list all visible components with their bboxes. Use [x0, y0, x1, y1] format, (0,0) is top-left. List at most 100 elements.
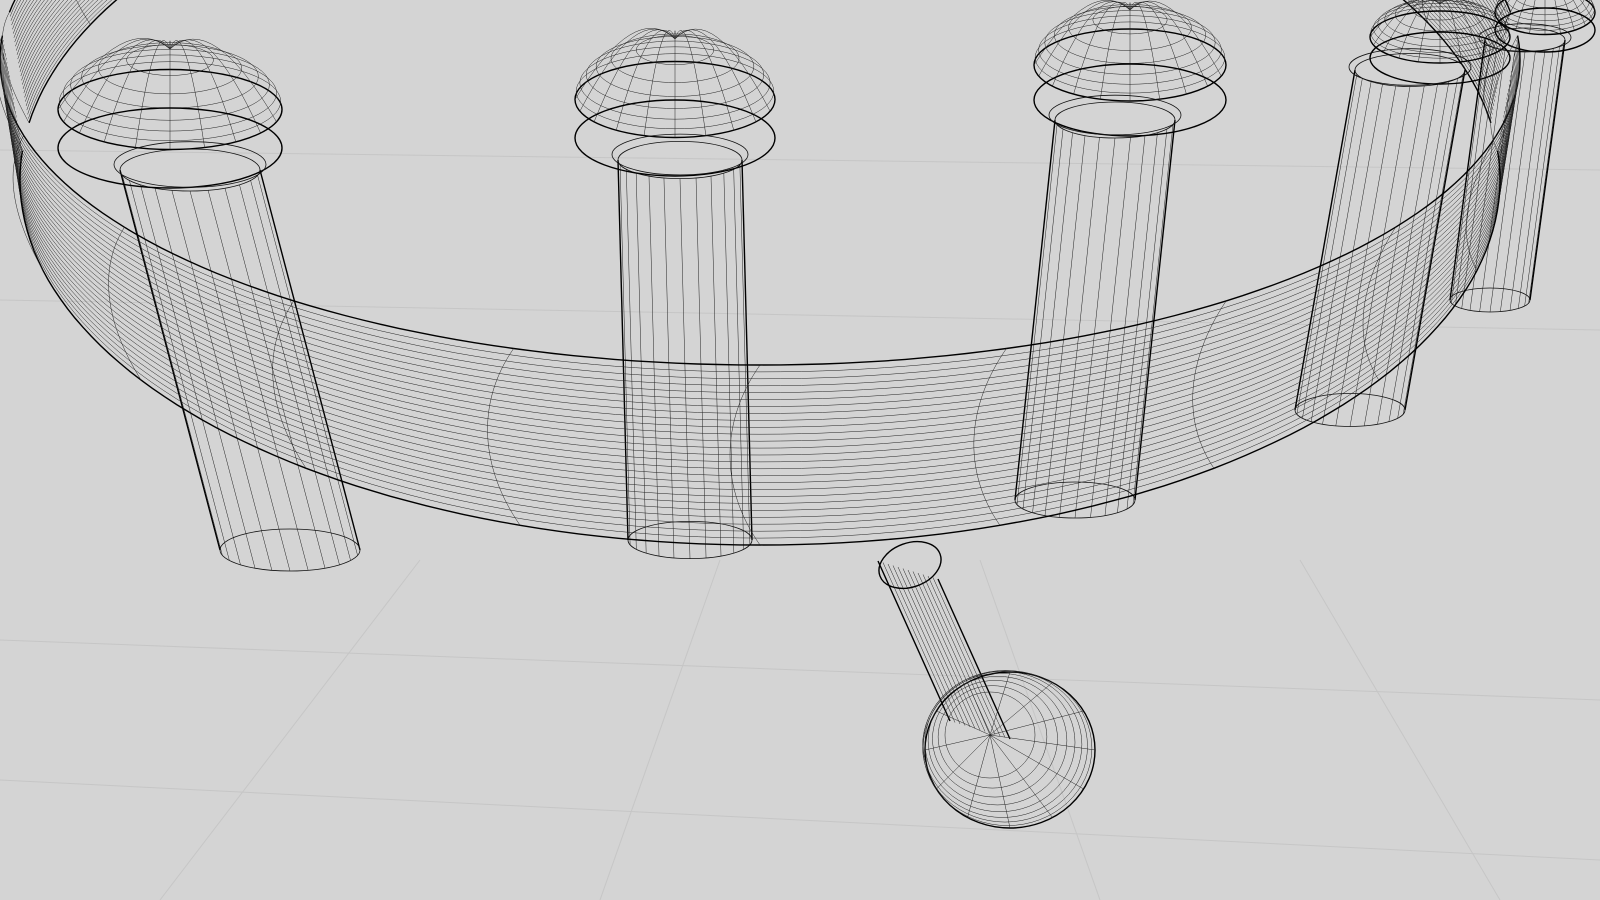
- ring-back-loop-20: [24, 0, 1496, 98]
- grid-line-4: [979, 559, 1101, 900]
- pin-loose-head-ring-4: [924, 673, 1076, 812]
- pin-loose-shaft-end: [878, 540, 942, 590]
- ground-grid: [0, 149, 1600, 900]
- pin-2-shaft-line-2: [626, 169, 637, 550]
- pin-1[interactable]: [57, 38, 361, 572]
- pin-loose[interactable]: [872, 533, 1096, 829]
- ring-front-loop-22: [16, 133, 1504, 518]
- pin-loose-head-ring-6: [932, 680, 1058, 798]
- ring-back-loop-8: [15, 0, 1505, 47]
- pin-4-collar: [1348, 48, 1472, 86]
- pin-4-shaft-line-5: [1335, 85, 1397, 426]
- pin-5[interactable]: [1449, 0, 1596, 313]
- pin-loose-head-spoke-1: [989, 734, 1084, 790]
- ring-front-loop-21: [15, 128, 1505, 511]
- pin-1-shaft-top: [119, 148, 261, 192]
- ring-front-loop-13: [9, 93, 1511, 456]
- pin-2[interactable]: [574, 28, 776, 560]
- pin-1-shaft-line-7: [207, 190, 309, 571]
- pin-loose-shaft-line-3: [892, 565, 966, 726]
- ring-back-loop-0: [8, 0, 1512, 13]
- grid-line-1: [0, 779, 1600, 861]
- ring-back-loop-2: [10, 0, 1510, 21]
- pin-3-shaft-line-3: [1032, 132, 1073, 513]
- pin-2-shaft-line-4: [648, 176, 660, 557]
- pin-3-shaft-line-4: [1044, 135, 1086, 516]
- pins-in-front[interactable]: [872, 533, 1096, 829]
- wireframe-scene[interactable]: [0, 0, 1600, 900]
- pin-2-cap-meridian-6: [674, 30, 707, 136]
- pin-loose-head-spoke-4: [967, 734, 991, 818]
- 3d-viewport[interactable]: [0, 0, 1600, 900]
- pin-2-cap-meridian-4: [643, 30, 676, 136]
- pin-loose-head-spoke-6: [924, 734, 991, 751]
- ring-back-loop-5: [12, 0, 1508, 34]
- ring-front-loop-17: [12, 110, 1508, 483]
- ring-back-loop-24: [27, 0, 1493, 115]
- pin-3-shaft-line-5: [1059, 137, 1100, 518]
- pin-loose-head-spoke-3: [989, 734, 1011, 829]
- pin-1-shaft-line-3: [140, 184, 241, 565]
- pin-loose-head-spoke-9: [989, 671, 1011, 736]
- pin-4-shaft-line-10: [1397, 78, 1458, 419]
- grid-line-6: [0, 299, 1600, 331]
- pin-loose-shaft-line-7: [912, 571, 986, 732]
- ring-front-loop-19: [14, 119, 1506, 497]
- pin-2-cap-meridian-7: [674, 29, 735, 131]
- ring-back-loop-18: [22, 0, 1498, 89]
- grid-line-7: [0, 149, 1600, 171]
- ring-back-loop-4: [12, 0, 1508, 30]
- pin-1-cap-meridian-4: [135, 40, 171, 148]
- pin-3[interactable]: [1014, 0, 1227, 519]
- pin-5-shaft-line-10: [1524, 45, 1560, 307]
- ring-back-loop-23: [26, 0, 1494, 111]
- ring-back-loop-13: [18, 0, 1502, 68]
- pin-3-shaft-line-0: [1014, 119, 1056, 501]
- ring-back-loop-25: [28, 0, 1492, 119]
- pin-2-shaft-line-11: [739, 164, 751, 545]
- pin-3-shaft-line-6: [1074, 137, 1116, 519]
- ring-torus-front[interactable]: [0, 35, 1521, 546]
- ring-back-loop-6: [13, 0, 1507, 38]
- pin-5-shaft-line-12: [1529, 39, 1566, 301]
- ring-front-loop-23: [17, 137, 1503, 525]
- ring-back-loop-7: [14, 0, 1506, 43]
- pin-2-shaft-line-3: [635, 173, 647, 554]
- pin-loose-shaft-line-12: [937, 578, 1011, 740]
- ring-back-loop-16: [21, 0, 1499, 81]
- pin-3-shaft-line-1: [1016, 124, 1058, 505]
- ring-front-loop-26: [19, 150, 1501, 546]
- ring-torus-back[interactable]: [2, 0, 1512, 124]
- pin-5-shaft-line-7: [1500, 51, 1536, 312]
- pin-3-shaft-top: [1054, 101, 1176, 139]
- ring-front-loop-2: [1, 44, 1519, 380]
- pin-5-shaft-end: [1449, 287, 1531, 313]
- pin-4-shaft-line-11: [1402, 74, 1464, 415]
- grid-line-3: [599, 559, 721, 900]
- pin-2-shaft-line-7: [695, 177, 707, 558]
- pin-1-shaft-line-5: [171, 190, 273, 571]
- ring-back-loop-10: [16, 0, 1504, 55]
- pins-behind-ring[interactable]: [57, 0, 1596, 572]
- pin-loose-head-spoke-5: [936, 734, 991, 790]
- pin-1-shaft-line-1: [122, 175, 223, 556]
- pin-2-cap-meridian-3: [615, 29, 676, 131]
- ring-back-loop-9: [15, 0, 1505, 51]
- ring-front-loop-8: [5, 71, 1515, 421]
- pin-1-shaft-end: [219, 528, 361, 572]
- pin-1-shaft-line-9: [239, 184, 340, 565]
- ring-front-loop-5: [3, 57, 1517, 400]
- pin-3-shaft-line-9: [1117, 132, 1158, 513]
- pin-2-shaft-line-12: [741, 159, 753, 541]
- ring-front-section-3: [1192, 300, 1227, 469]
- pin-1-shaft-line-6: [189, 190, 291, 572]
- grid-line-5: [1299, 559, 1501, 900]
- pin-4-shaft-end: [1294, 393, 1406, 427]
- pin-4-shaft-line-0: [1294, 69, 1356, 411]
- pin-2-shaft-line-0: [617, 159, 629, 541]
- ring-front-loop-11: [8, 84, 1512, 442]
- pin-3-shaft-line-12: [1134, 119, 1176, 501]
- pin-2-shaft-line-8: [710, 176, 722, 557]
- pin-loose-shaft-line-4: [897, 566, 971, 728]
- pin-3-cap-meridian-0: [1033, 0, 1131, 66]
